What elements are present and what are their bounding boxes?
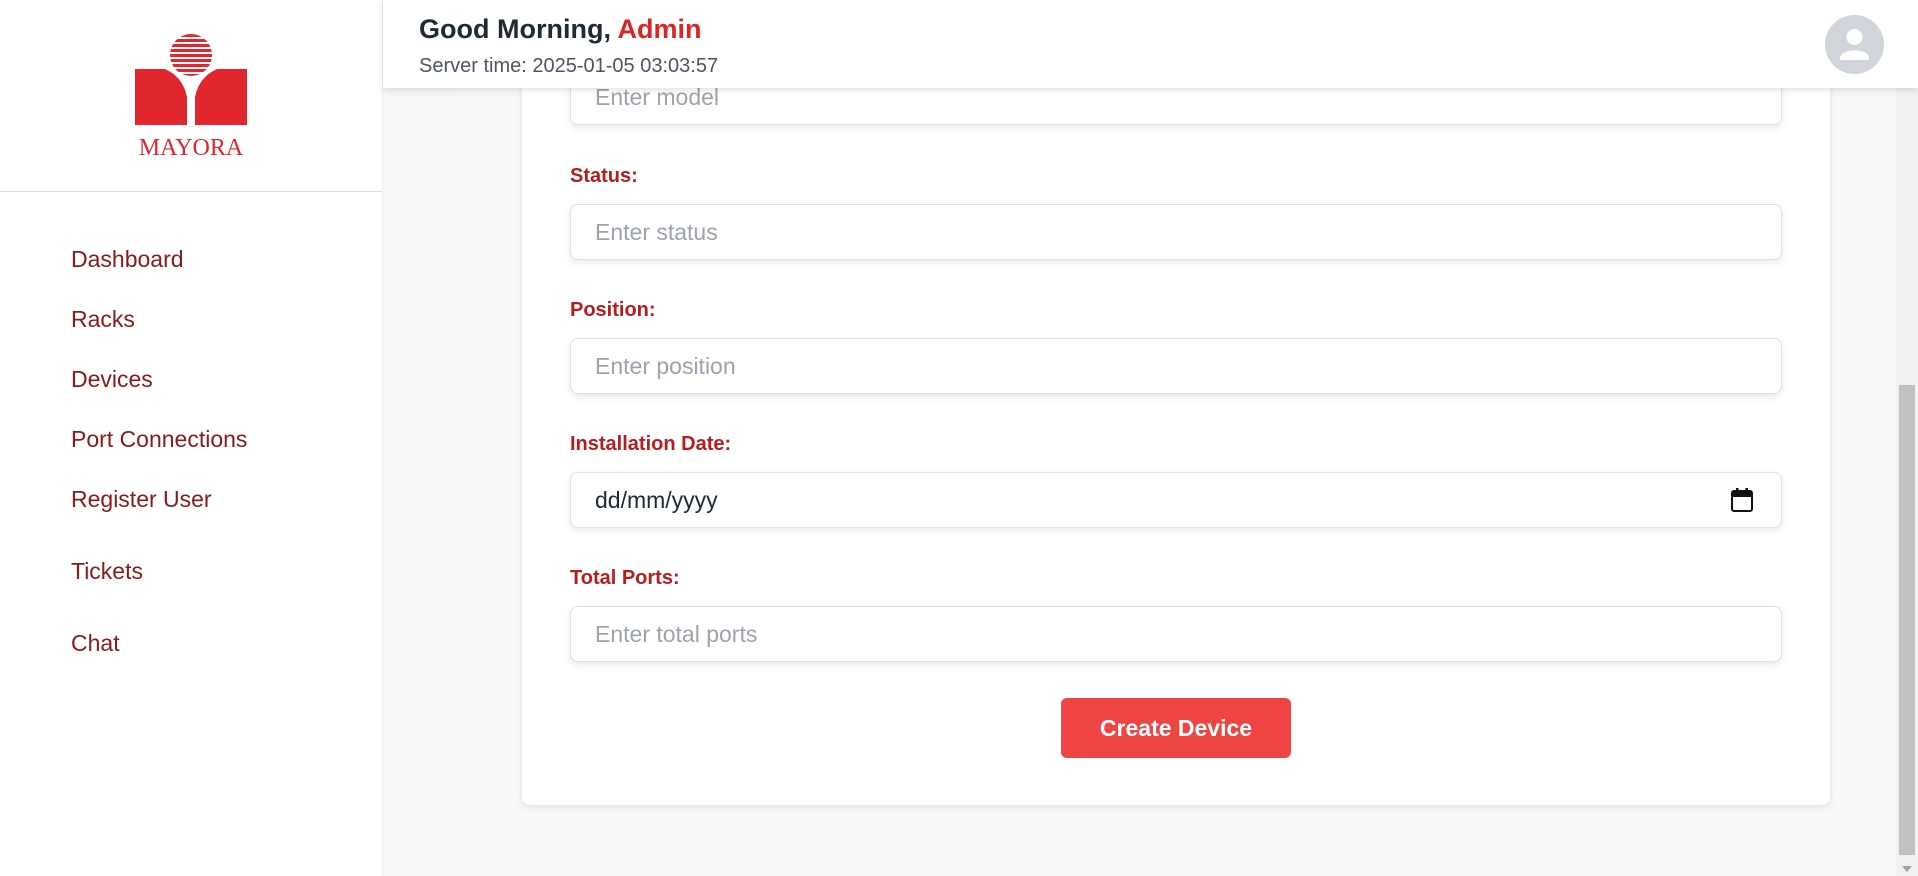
greeting-text: Good Morning,: [419, 14, 618, 44]
top-bar: Good Morning, Admin Server time: 2025-01…: [383, 0, 1918, 88]
scrollbar[interactable]: [1896, 0, 1918, 876]
total-ports-label: Total Ports:: [570, 567, 680, 589]
scrollbar-thumb[interactable]: [1899, 385, 1915, 855]
total-ports-input[interactable]: [570, 606, 1782, 662]
sidebar-item-racks[interactable]: Racks: [71, 306, 135, 333]
scroll-down-arrow-icon[interactable]: [1902, 866, 1912, 872]
sidebar-item-tickets[interactable]: Tickets: [71, 558, 143, 585]
position-label: Position:: [570, 299, 656, 321]
sidebar-item-chat[interactable]: Chat: [71, 630, 120, 657]
sidebar-item-devices[interactable]: Devices: [71, 366, 153, 393]
create-device-button[interactable]: Create Device: [1061, 698, 1291, 758]
user-avatar-icon[interactable]: [1825, 15, 1884, 74]
server-time: Server time: 2025-01-05 03:03:57: [419, 55, 719, 77]
status-label: Status:: [570, 165, 638, 187]
svg-text:MAYORA: MAYORA: [139, 135, 244, 158]
sidebar-item-register-user[interactable]: Register User: [71, 486, 212, 513]
logo[interactable]: MAYORA: [0, 0, 382, 192]
sidebar-item-port-connections[interactable]: Port Connections: [71, 426, 247, 453]
calendar-icon[interactable]: [1731, 488, 1753, 518]
sidebar-item-dashboard[interactable]: Dashboard: [71, 246, 184, 273]
sidebar: MAYORA Dashboard Racks Devices Port Conn…: [0, 0, 383, 876]
position-input[interactable]: [570, 338, 1782, 394]
installation-date-label: Installation Date:: [570, 433, 732, 455]
greeting: Good Morning, Admin: [419, 14, 701, 45]
date-value: dd/mm/yyyy: [595, 487, 718, 513]
installation-date-input[interactable]: dd/mm/yyyy: [570, 472, 1782, 528]
user-name: Admin: [617, 14, 702, 44]
status-input[interactable]: [570, 204, 1782, 260]
